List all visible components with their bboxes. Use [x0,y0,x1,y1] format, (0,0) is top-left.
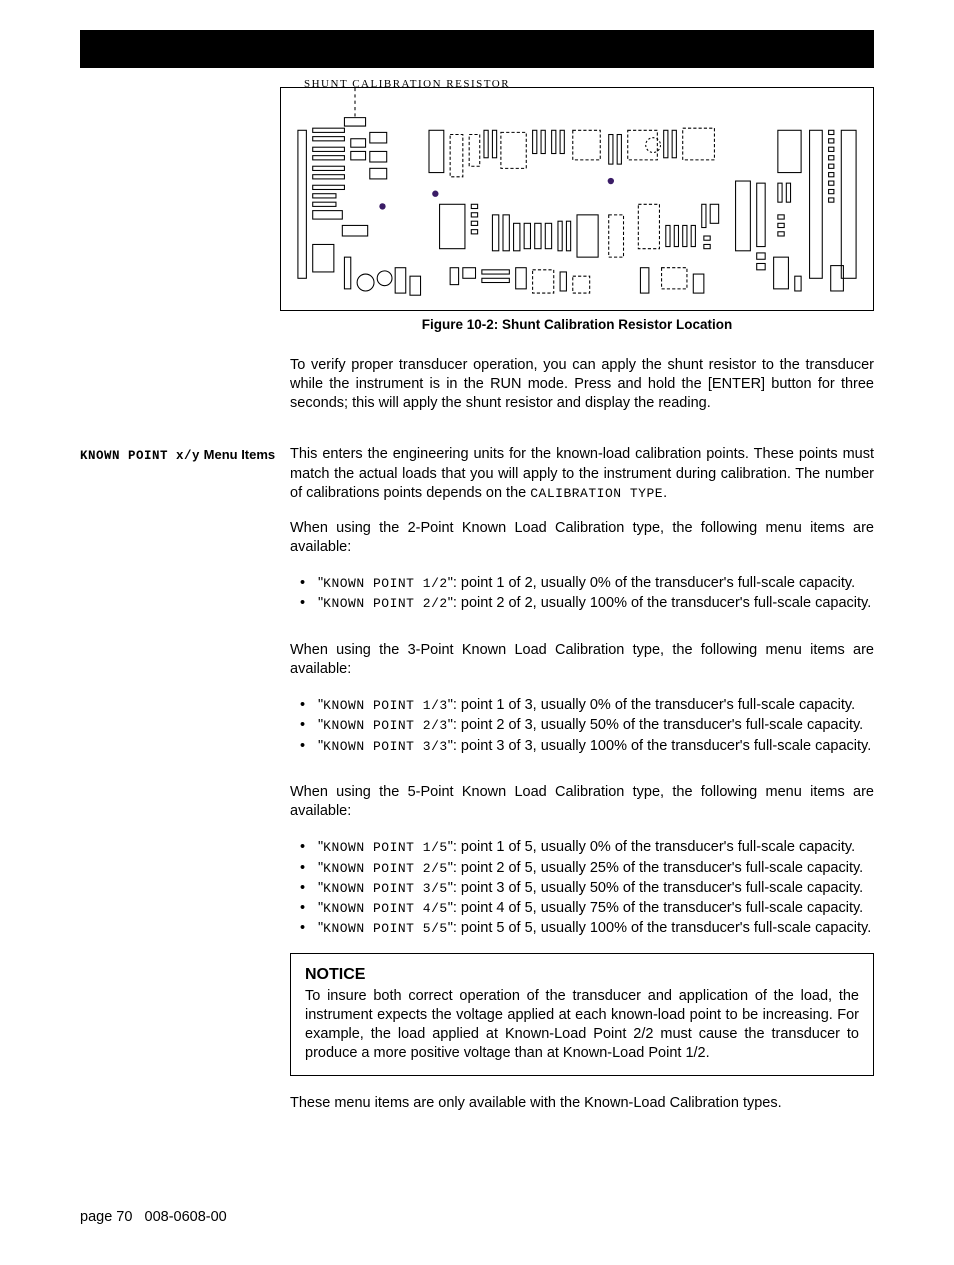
list-item: "KNOWN POINT 2/2": point 2 of 2, usually… [290,593,874,613]
list-item: "KNOWN POINT 4/5": point 4 of 5, usually… [290,898,874,918]
list-item: "KNOWN POINT 1/2": point 1 of 2, usually… [290,573,874,593]
notice-box: NOTICE To insure both correct operation … [290,953,874,1077]
paragraph-intro: This enters the engineering units for th… [290,445,874,502]
list-item: "KNOWN POINT 1/5": point 1 of 5, usually… [290,837,874,857]
list-item: "KNOWN POINT 3/5": point 3 of 5, usually… [290,878,874,898]
list-item: "KNOWN POINT 3/3": point 3 of 3, usually… [290,736,874,756]
list-item: "KNOWN POINT 1/3": point 1 of 3, usually… [290,695,874,715]
lead-3pt: When using the 3-Point Known Load Calibr… [290,641,874,679]
notice-text: To insure both correct operation of the … [305,987,859,1064]
list-item: "KNOWN POINT 2/5": point 2 of 5, usually… [290,858,874,878]
list-3pt: "KNOWN POINT 1/3": point 1 of 3, usually… [290,695,874,756]
paragraph-closing: These menu items are only available with… [290,1094,874,1113]
list-2pt: "KNOWN POINT 1/2": point 1 of 2, usually… [290,573,874,614]
paragraph-verify: To verify proper transducer operation, y… [290,356,874,413]
figure-container: SHUNT CALIBRATION RESISTOR [280,78,874,332]
notice-title: NOTICE [305,964,859,985]
schematic-figure [280,87,874,311]
sidehead-lcd: KNOWN POINT x/y [80,449,200,463]
lead-5pt: When using the 5-Point Known Load Calibr… [290,783,874,821]
pcb-schematic-svg [281,88,873,310]
figure-caption: Figure 10-2: Shunt Calibration Resistor … [280,317,874,332]
list-item: "KNOWN POINT 5/5": point 5 of 5, usually… [290,918,874,938]
sidebar-heading-known-point: KNOWN POINT x/y Menu Items [80,445,290,463]
lead-2pt: When using the 2-Point Known Load Calibr… [290,519,874,557]
page-footer: page 70 008-0608-00 [80,1209,874,1225]
footer-page: page 70 [80,1209,132,1225]
sidehead-rest: Menu Items [200,447,275,462]
page-content: SHUNT CALIBRATION RESISTOR [0,78,954,1265]
list-item: "KNOWN POINT 2/3": point 2 of 3, usually… [290,715,874,735]
footer-doc: 008-0608-00 [145,1209,227,1225]
header-blackbar [80,30,874,68]
list-5pt: "KNOWN POINT 1/5": point 1 of 5, usually… [290,837,874,938]
